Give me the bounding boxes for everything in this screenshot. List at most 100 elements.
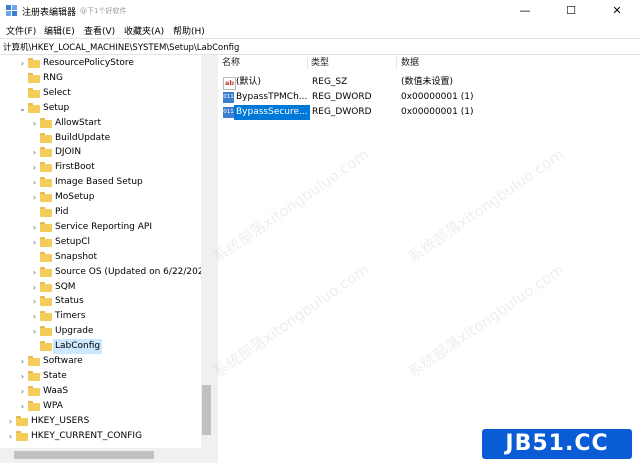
tree-item[interactable]: RNG [0,71,201,86]
chevron-right-icon[interactable]: › [30,145,39,160]
tree-item-label: Pid [55,207,69,217]
tree-item[interactable]: Select [0,86,201,101]
tree-item[interactable]: › SQM [0,280,201,295]
tree-item[interactable]: › Upgrade [0,324,201,339]
tree-item[interactable]: › Timers [0,309,201,324]
column-header-data[interactable]: 数据 [401,55,419,71]
value-type: REG_DWORD [312,92,372,102]
tree-item[interactable]: › Software [0,354,201,369]
column-separator[interactable] [307,57,308,69]
chevron-right-icon[interactable] [30,250,39,265]
tree-item[interactable]: › DJOIN [0,145,201,160]
chevron-right-icon[interactable]: › [30,160,39,175]
values-list[interactable]: 名称 类型 数据 ab (默认) REG_SZ (数值未设置) 011 Bypa… [210,55,640,463]
chevron-right-icon[interactable] [30,131,39,146]
window-title: 注册表编辑器 [22,8,77,18]
chevron-right-icon[interactable]: › [6,429,15,444]
tree-item[interactable]: › SetupCl [0,235,201,250]
chevron-right-icon[interactable] [18,86,27,101]
maximize-button[interactable]: ☐ [548,0,594,22]
tree-item[interactable]: › HKEY_USERS [0,414,201,429]
chevron-right-icon[interactable]: › [30,280,39,295]
chevron-right-icon[interactable]: › [6,414,15,429]
tree-item[interactable]: › Service Reporting API [0,220,201,235]
tree-item-label: WPA [43,400,63,411]
tree-item[interactable]: › State [0,369,201,384]
tree-item[interactable]: › MoSetup [0,190,201,205]
menu-help[interactable]: 帮助(H) [173,24,205,37]
tree-item[interactable]: BuildUpdate [0,131,201,146]
address-path[interactable]: 计算机\HKEY_LOCAL_MACHINE\SYSTEM\Setup\LabC… [3,41,239,53]
tree-item[interactable]: LabConfig [0,339,201,355]
tree-item-label: HKEY_CURRENT_CONFIG [31,430,143,441]
folder-icon [28,72,40,83]
tree-item-label: WaaS [43,385,69,396]
chevron-right-icon[interactable]: › [18,369,27,384]
title-watermark: @下1个好软件 [80,7,127,15]
folder-icon [28,102,40,113]
folder-icon [28,385,40,396]
column-header-type[interactable]: 类型 [311,55,329,71]
column-separator[interactable] [396,57,397,69]
tree-item[interactable]: › HKEY_CURRENT_CONFIG [0,429,201,444]
folder-icon [40,147,52,158]
value-data: (数值未设置) [401,77,454,87]
chevron-right-icon[interactable]: › [18,399,27,414]
folder-icon [40,326,52,337]
close-button[interactable]: ✕ [594,0,640,22]
chevron-right-icon[interactable]: › [18,354,27,369]
tree-item[interactable]: › FirstBoot [0,160,201,175]
chevron-right-icon[interactable]: › [30,309,39,324]
folder-icon [40,341,52,352]
address-bar[interactable]: 计算机\HKEY_LOCAL_MACHINE\SYSTEM\Setup\LabC… [0,38,640,55]
menu-view[interactable]: 查看(V) [84,24,115,37]
value-row[interactable]: 011 BypassTPMCh... REG_DWORD 0x00000001 … [218,90,640,105]
chevron-right-icon[interactable] [30,339,39,354]
tree-hscroll-thumb[interactable] [14,451,154,459]
folder-icon [40,132,52,143]
folder-icon [28,356,40,366]
chevron-right-icon[interactable]: › [30,294,39,309]
tree-item[interactable]: › ResourcePolicyStore [0,56,201,71]
folder-icon [40,281,52,292]
tree-item-label: BuildUpdate [55,132,111,143]
tree-item[interactable]: › Image Based Setup [0,175,201,190]
tree-item[interactable]: › Status [0,294,201,309]
tree-item[interactable]: › WaaS [0,384,201,399]
tree-item[interactable]: › WPA [0,399,201,414]
tree-item-label: Select [43,87,71,98]
value-row[interactable]: ab (默认) REG_SZ (数值未设置) [218,75,640,90]
folder-icon [40,162,52,173]
chevron-right-icon[interactable]: › [30,190,39,205]
chevron-down-icon[interactable]: ⌄ [18,101,27,116]
tree-item[interactable]: Pid [0,205,201,220]
chevron-right-icon[interactable]: › [30,235,39,250]
minimize-button[interactable]: — [502,0,548,22]
chevron-right-icon[interactable]: › [30,265,39,280]
tree-scroll-thumb[interactable] [202,385,211,435]
column-header-name[interactable]: 名称 [222,55,240,71]
chevron-right-icon[interactable]: › [18,384,27,399]
chevron-right-icon[interactable] [30,205,39,220]
tree-item-label: Service Reporting API [55,221,152,232]
key-tree[interactable]: › ResourcePolicyStore RNG Select ⌄ Setup › Allo… [0,55,212,463]
tree-item[interactable]: › Source OS (Updated on 6/22/202 [0,265,204,280]
tree-item-label: FirstBoot [55,162,95,173]
chevron-right-icon[interactable] [18,71,27,86]
chevron-right-icon[interactable]: › [30,175,39,190]
tree-item[interactable]: ⌄ Setup [0,101,201,116]
menu-edit[interactable]: 编辑(E) [44,24,75,37]
watermark: 系统部落xitongbuluo.com [404,145,568,267]
brand-text: JB51.CC [505,431,609,456]
tree-item-label: Source OS (Updated on 6/22/202 [55,266,204,277]
folder-icon [28,58,40,68]
menu-file[interactable]: 文件(F) [6,24,36,37]
chevron-right-icon[interactable]: › [18,56,27,71]
chevron-right-icon[interactable]: › [30,220,39,235]
menu-favorites[interactable]: 收藏夹(A) [124,24,164,37]
value-row-selected[interactable]: 011 BypassSecure... REG_DWORD 0x00000001… [218,105,640,120]
chevron-right-icon[interactable]: › [30,324,39,339]
tree-item[interactable]: › AllowStart [0,116,201,131]
tree-item[interactable]: Snapshot [0,250,201,265]
chevron-right-icon[interactable]: › [30,116,39,131]
